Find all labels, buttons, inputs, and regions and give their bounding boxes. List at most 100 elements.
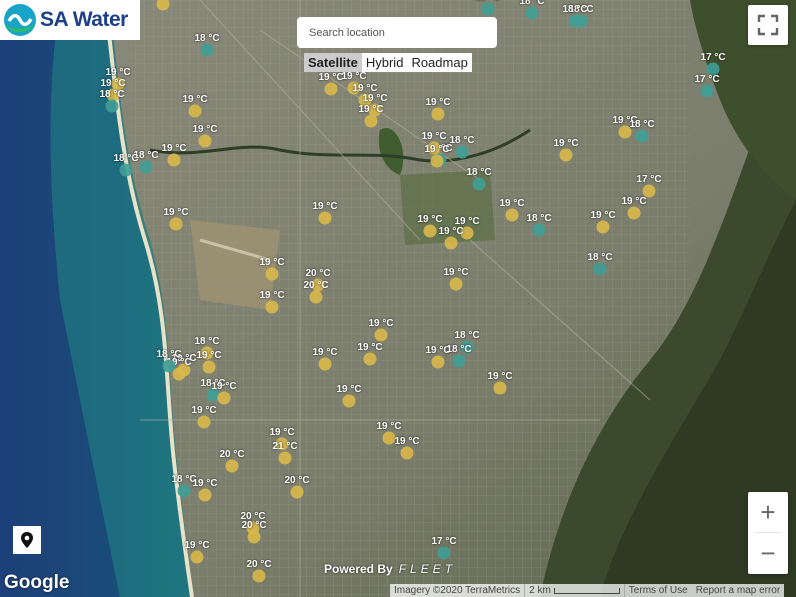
- temperature-label: 17 °C: [700, 52, 726, 63]
- temperature-marker[interactable]: [217, 391, 231, 405]
- temperature-marker[interactable]: [190, 550, 204, 564]
- temperature-marker[interactable]: [596, 220, 610, 234]
- temperature-label: 20 °C: [303, 280, 329, 291]
- temperature-label: 20 °C: [219, 449, 245, 460]
- temperature-label: 19 °C: [417, 214, 443, 225]
- powered-by-label: Powered By: [324, 562, 393, 576]
- temperature-marker[interactable]: [635, 129, 649, 143]
- temperature-marker[interactable]: [559, 148, 573, 162]
- temperature-marker[interactable]: [309, 290, 323, 304]
- temperature-label: 19 °C: [424, 144, 450, 155]
- fullscreen-button[interactable]: [748, 5, 788, 45]
- temperature-label: 18 °C: [629, 119, 655, 130]
- temperature-label: 18 °C: [466, 167, 492, 178]
- temperature-marker[interactable]: [449, 277, 463, 291]
- temperature-marker[interactable]: [455, 145, 469, 159]
- temperature-marker[interactable]: [252, 569, 266, 583]
- satellite-map[interactable]: 18 °C 18 °C 18 °C 18 °C 18 °C 18 °C 17 °C 17 °C…: [0, 0, 796, 597]
- temperature-label: 19 °C: [499, 198, 525, 209]
- temperature-marker[interactable]: [505, 208, 519, 222]
- scale-label: 2 km: [529, 585, 551, 596]
- temperature-label: 19 °C: [163, 207, 189, 218]
- scale-bar[interactable]: 2 km: [524, 584, 625, 597]
- temperature-marker[interactable]: [431, 107, 445, 121]
- temperature-marker[interactable]: [324, 82, 338, 96]
- temperature-marker[interactable]: [568, 14, 582, 28]
- temperature-marker[interactable]: [318, 357, 332, 371]
- temperature-marker[interactable]: [278, 451, 292, 465]
- temperature-marker[interactable]: [169, 217, 183, 231]
- temperature-label: 18 °C: [562, 4, 588, 15]
- temperature-label: 19 °C: [368, 318, 394, 329]
- temperature-marker[interactable]: [700, 84, 714, 98]
- temperature-marker[interactable]: [265, 300, 279, 314]
- temperature-marker[interactable]: [374, 328, 388, 342]
- temperature-marker[interactable]: [472, 177, 486, 191]
- temperature-label: 19 °C: [192, 478, 218, 489]
- temperature-label: 20 °C: [305, 268, 331, 279]
- temperature-marker[interactable]: [364, 114, 378, 128]
- temperature-marker[interactable]: [363, 352, 377, 366]
- search-input[interactable]: [297, 17, 497, 48]
- temperature-label: 17 °C: [694, 74, 720, 85]
- temperature-label: 19 °C: [211, 381, 237, 392]
- map-attribution-bar: Imagery ©2020 TerraMetrics 2 km Terms of…: [390, 584, 785, 597]
- temperature-marker[interactable]: [105, 99, 119, 113]
- temperature-label: 18 °C: [475, 0, 500, 3]
- temperature-marker[interactable]: [493, 381, 507, 395]
- temperature-marker[interactable]: [437, 546, 451, 560]
- temperature-marker[interactable]: [430, 154, 444, 168]
- temperature-label: 21 °C: [272, 441, 298, 452]
- temperature-marker[interactable]: [532, 223, 546, 237]
- zoom-out-button[interactable]: −: [748, 533, 788, 573]
- report-error-link[interactable]: Report a map error: [696, 585, 780, 596]
- temperature-marker[interactable]: [423, 224, 437, 238]
- temperature-label: 19 °C: [553, 138, 579, 149]
- temperature-marker[interactable]: [481, 2, 495, 16]
- google-logo: Google: [4, 572, 70, 593]
- temperature-marker[interactable]: [198, 488, 212, 502]
- terms-link[interactable]: Terms of Use: [629, 585, 688, 596]
- map-type-satellite[interactable]: Satellite: [304, 53, 362, 72]
- temperature-label: 19 °C: [425, 97, 451, 108]
- temperature-marker[interactable]: [593, 262, 607, 276]
- temperature-marker[interactable]: [119, 163, 133, 177]
- temperature-marker[interactable]: [197, 415, 211, 429]
- temperature-label: 19 °C: [421, 131, 447, 142]
- map-type-hybrid[interactable]: Hybrid: [362, 53, 408, 72]
- temperature-marker[interactable]: [318, 211, 332, 225]
- temperature-label: 17 °C: [636, 174, 662, 185]
- temperature-marker[interactable]: [225, 459, 239, 473]
- temperature-marker[interactable]: [162, 359, 176, 373]
- zoom-in-button[interactable]: +: [748, 492, 788, 532]
- temperature-marker[interactable]: [265, 267, 279, 281]
- temperature-marker[interactable]: [202, 360, 216, 374]
- temperature-label: 18 °C: [156, 349, 182, 360]
- temperature-marker[interactable]: [444, 236, 458, 250]
- temperature-marker[interactable]: [525, 6, 539, 20]
- temperature-marker[interactable]: [431, 355, 445, 369]
- map-type-roadmap[interactable]: Roadmap: [407, 53, 471, 72]
- temperature-marker[interactable]: [342, 394, 356, 408]
- scale-ruler: [553, 587, 620, 594]
- temperature-label: 19 °C: [394, 436, 420, 447]
- temperature-marker[interactable]: [198, 134, 212, 148]
- temperature-marker[interactable]: [139, 160, 153, 174]
- temperature-marker[interactable]: [247, 530, 261, 544]
- temperature-label: 18 °C: [454, 330, 480, 341]
- temperature-marker[interactable]: [188, 104, 202, 118]
- temperature-marker[interactable]: [452, 354, 466, 368]
- temperature-label: 19 °C: [487, 371, 513, 382]
- temperature-marker[interactable]: [177, 484, 191, 498]
- temperature-marker[interactable]: [200, 43, 214, 57]
- temperature-marker[interactable]: [400, 446, 414, 460]
- fleet-logo: FLEET: [398, 562, 457, 576]
- temperature-marker[interactable]: [167, 153, 181, 167]
- my-location-button[interactable]: [13, 526, 41, 554]
- powered-by: Powered By FLEET: [324, 562, 456, 576]
- temperature-marker[interactable]: [290, 485, 304, 499]
- temperature-marker[interactable]: [627, 206, 641, 220]
- temperature-label: 18 °C: [446, 344, 472, 355]
- temperature-label: 19 °C: [357, 342, 383, 353]
- location-pin-icon: [21, 532, 33, 548]
